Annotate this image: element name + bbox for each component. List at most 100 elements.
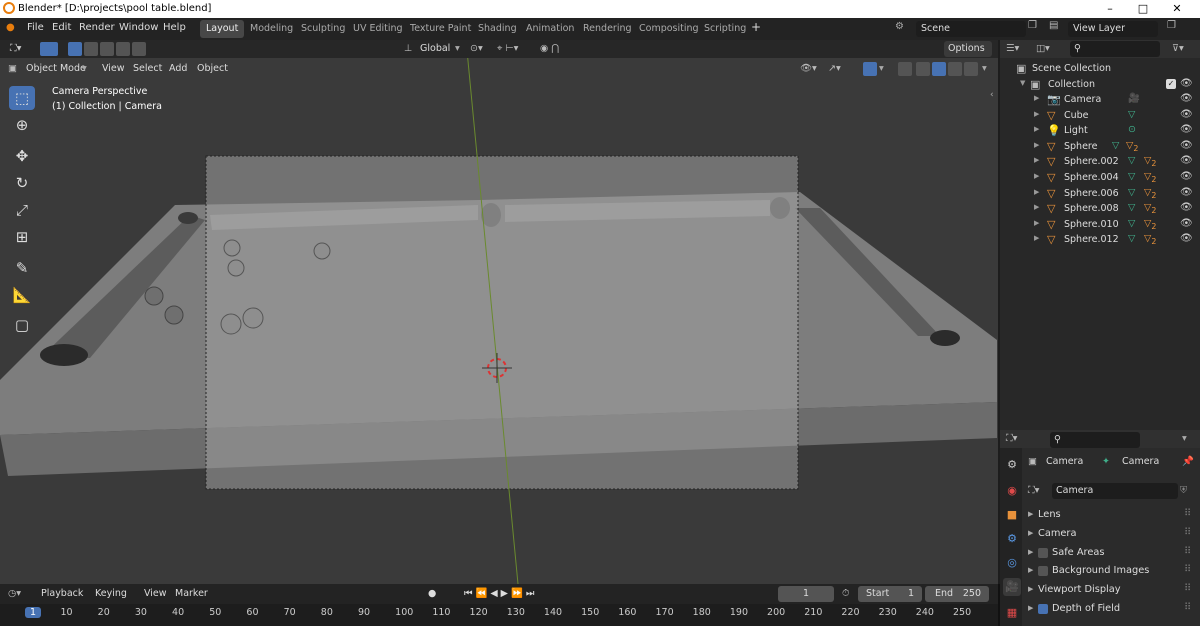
outliner-item[interactable]: ▶ ▽ Sphere ▽ ▽2 👁 [1000, 139, 1200, 155]
expand-icon[interactable]: ▶ [1034, 172, 1039, 180]
expand-icon[interactable]: ▶ [1028, 566, 1033, 574]
eye-icon[interactable]: 👁 [1180, 202, 1193, 213]
outliner-item[interactable]: ▶ ▽ Cube ▽ 👁 [1000, 108, 1200, 124]
tab-sculpting[interactable]: Sculpting [295, 20, 351, 38]
material-shading-icon[interactable] [948, 62, 962, 76]
outliner-item[interactable]: ▶ ▽ Sphere.012 ▽ ▽2 👁 [1000, 232, 1200, 248]
tool-tab-icon[interactable]: ⚙ [1003, 456, 1021, 474]
outliner-item[interactable]: ▶ 📷 Camera 🎥 👁 [1000, 92, 1200, 108]
eye-icon[interactable]: 👁 [1180, 171, 1193, 182]
modifier-icon[interactable]: ▽2 [1144, 202, 1156, 215]
menu-add[interactable]: Add [169, 61, 187, 77]
eye-icon[interactable]: 👁 [1180, 187, 1193, 198]
proportional-edit-icon[interactable]: ◉ ⋂ [540, 41, 559, 57]
pivot-icon[interactable]: ⊙▾ [470, 41, 483, 57]
object-data-icon[interactable]: ▽ [1128, 233, 1135, 244]
object-data-icon[interactable]: ⊙ [1128, 124, 1136, 135]
current-frame-field[interactable]: 1 [778, 586, 834, 602]
sidebar-toggle-icon[interactable]: ‹ [990, 90, 994, 100]
outliner-item[interactable]: ▶ ▽ Sphere.010 ▽ ▽2 👁 [1000, 217, 1200, 233]
tab-layout[interactable]: Layout [200, 20, 245, 38]
property-panel-row[interactable]: ▶ Lens ⠿ [1024, 508, 1200, 525]
expand-icon[interactable]: ▶ [1034, 203, 1039, 211]
drag-handle-icon[interactable]: ⠿ [1184, 546, 1191, 557]
transform-orientation-dropdown[interactable]: Global [420, 41, 450, 57]
select-box-tool-icon[interactable]: ⬚ [9, 86, 35, 110]
eye-icon[interactable]: 👁 [1180, 218, 1193, 229]
constraint-tab-icon[interactable]: ◎ [1003, 554, 1021, 572]
property-panel-row[interactable]: ▶ Camera ⠿ [1024, 527, 1200, 544]
scale-tool-icon[interactable]: ⤢ [9, 198, 35, 222]
measure-tool-icon[interactable]: 📐 [9, 283, 35, 307]
tab-texture-paint[interactable]: Texture Paint [404, 20, 477, 38]
timeline-editor-icon[interactable]: ◷▾ [8, 586, 21, 602]
tab-modeling[interactable]: Modeling [244, 20, 299, 38]
property-panel-row[interactable]: ▶ Viewport Display ⠿ [1024, 583, 1200, 600]
select-intersect-icon[interactable] [132, 42, 146, 56]
panel-checkbox[interactable] [1038, 604, 1048, 614]
select-extend-icon[interactable] [84, 42, 98, 56]
playback-controls-icon[interactable]: ⏮⏪◀▶⏩⏭ [464, 586, 537, 602]
select-new-icon[interactable] [68, 42, 82, 56]
outliner-item[interactable]: ▶ ▽ Sphere.008 ▽ ▽2 👁 [1000, 201, 1200, 217]
outliner-item[interactable]: ▶ 💡 Light ⊙ 👁 [1000, 123, 1200, 139]
expand-icon[interactable]: ▶ [1034, 156, 1039, 164]
xray-icon[interactable] [898, 62, 912, 76]
collection-row[interactable]: ▼ ▣ Collection ✓ 👁 [1000, 77, 1200, 93]
object-data-icon[interactable]: ▽ [1128, 109, 1135, 120]
datablock-icon[interactable]: ⛶▾ [1028, 483, 1039, 499]
object-data-icon[interactable]: ▽ [1128, 218, 1135, 229]
expand-icon[interactable]: ▶ [1034, 219, 1039, 227]
tab-compositing[interactable]: Compositing [633, 20, 705, 38]
property-panel-row[interactable]: ▶ Background Images ⠿ [1024, 564, 1200, 581]
expand-icon[interactable]: ▶ [1028, 548, 1033, 556]
menu-object[interactable]: Object [197, 61, 228, 77]
menu-help[interactable]: Help [163, 22, 186, 33]
menu-select[interactable]: Select [133, 61, 162, 77]
scene-copy-icon[interactable]: ❐ [1028, 20, 1037, 31]
eye-icon[interactable]: 👁 [1180, 233, 1193, 244]
menu-edit[interactable]: Edit [52, 22, 71, 33]
tab-uv-editing[interactable]: UV Editing [347, 20, 409, 38]
close-button[interactable]: ✕ [1162, 1, 1192, 17]
expand-icon[interactable]: ▶ [1034, 125, 1039, 133]
tab-shading[interactable]: Shading [472, 20, 523, 38]
modifier-icon[interactable]: ▽2 [1144, 155, 1156, 168]
select-subtract-icon[interactable] [100, 42, 114, 56]
scene-tab-icon[interactable]: ◉ [1003, 482, 1021, 500]
eye-icon[interactable]: 👁 [1180, 124, 1193, 135]
expand-icon[interactable]: ▶ [1034, 234, 1039, 242]
minimize-button[interactable]: – [1095, 1, 1125, 17]
expand-icon[interactable]: ▼ [1020, 79, 1025, 87]
eye-icon[interactable]: 👁 [1180, 155, 1193, 166]
modifier-tab-icon[interactable]: ⚙ [1003, 530, 1021, 548]
snap-icon[interactable]: ⌖ ⊢▾ [497, 41, 518, 57]
tab-scripting[interactable]: Scripting [698, 20, 752, 38]
annotate-tool-icon[interactable]: ✎ [9, 256, 35, 280]
transform-tool-icon[interactable]: ⊞ [9, 225, 35, 249]
modifier-icon[interactable]: ▽2 [1144, 233, 1156, 246]
menu-view[interactable]: View [144, 586, 167, 602]
modifier-icon[interactable]: ▽2 [1144, 218, 1156, 231]
menu-render[interactable]: Render [79, 22, 115, 33]
drag-handle-icon[interactable]: ⠿ [1184, 583, 1191, 594]
select-mode-icon[interactable] [40, 42, 58, 56]
expand-icon[interactable]: ▶ [1034, 94, 1039, 102]
overlays-icon[interactable] [863, 62, 877, 76]
expand-icon[interactable]: ▶ [1034, 110, 1039, 118]
object-data-icon[interactable]: ▽ [1128, 155, 1135, 166]
expand-icon[interactable]: ▶ [1028, 510, 1033, 518]
wireframe-shading-icon[interactable] [916, 62, 930, 76]
3d-viewport[interactable]: ⛶▾ ⊥ Global ▾ ⊙▾ ⌖ ⊢▾ ◉ ⋂ Options ▣ Obje… [0, 40, 998, 584]
gizmo-icon[interactable]: ↗▾ [828, 61, 841, 77]
menu-keying[interactable]: Keying [95, 586, 127, 602]
pin-icon[interactable]: 📌 [1182, 454, 1194, 470]
properties-search-input[interactable]: ⚲ [1050, 432, 1140, 448]
move-tool-icon[interactable]: ✥ [9, 144, 35, 168]
scene-collection-row[interactable]: ▣ Scene Collection [1000, 61, 1200, 77]
expand-icon[interactable]: ▶ [1028, 529, 1033, 537]
drag-handle-icon[interactable]: ⠿ [1184, 564, 1191, 575]
select-invert-icon[interactable] [116, 42, 130, 56]
view-layer-selector[interactable]: View Layer [1068, 21, 1158, 37]
record-icon[interactable]: ● [428, 586, 436, 602]
